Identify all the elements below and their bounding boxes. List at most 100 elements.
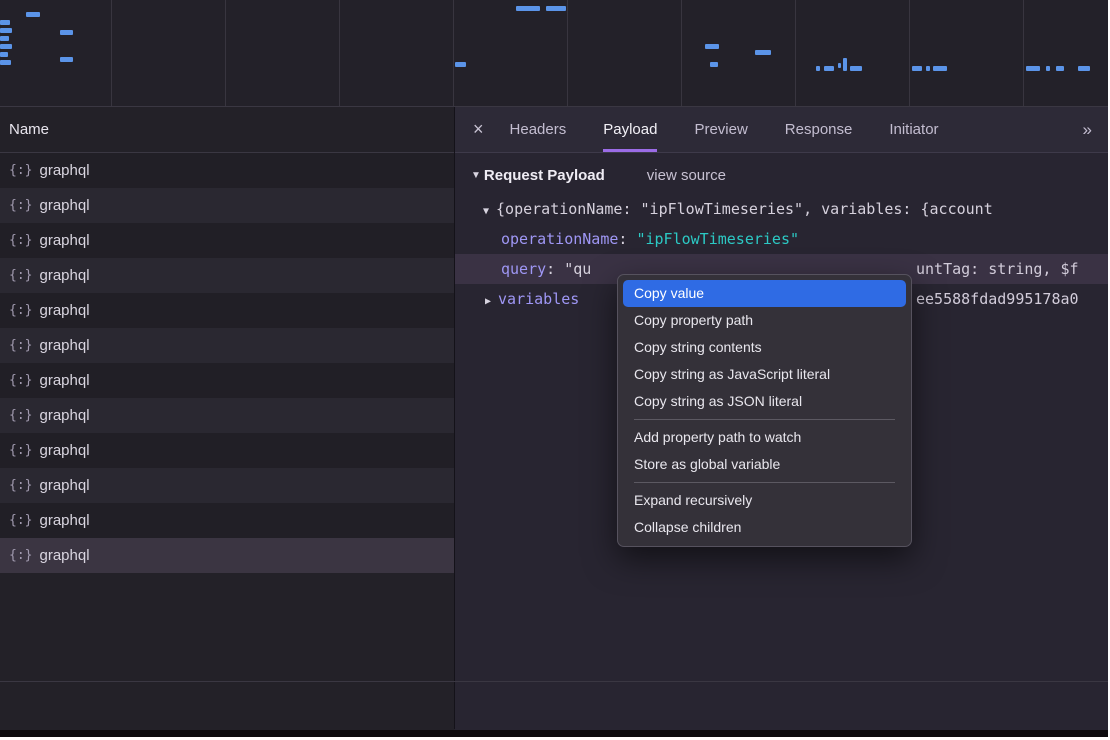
timeline-bar	[933, 66, 947, 71]
devtools-window: Name {:} graphql {:} graphql {:} graphql {:} gr…	[0, 0, 1108, 737]
timeline-bar	[0, 36, 9, 41]
timeline-gridline	[225, 0, 226, 106]
json-request-icon: {:}	[9, 373, 32, 388]
menu-item-expand-recursively[interactable]: Expand recursively	[623, 487, 906, 514]
menu-item-store-as-global-variable[interactable]: Store as global variable	[623, 451, 906, 478]
timeline-bar	[60, 30, 73, 35]
timeline-gridline	[111, 0, 112, 106]
menu-item-add-property-path-to-watch[interactable]: Add property path to watch	[623, 424, 906, 451]
menu-item-collapse-children[interactable]: Collapse children	[623, 514, 906, 541]
request-row[interactable]: {:}graphql	[0, 433, 454, 468]
detail-tabs: Headers Payload Preview Response Initiator	[510, 107, 976, 152]
panel-divider[interactable]	[454, 107, 455, 729]
json-request-icon: {:}	[9, 443, 32, 458]
caret-down-icon[interactable]: ▼	[483, 206, 489, 217]
timeline-gridline	[795, 0, 796, 106]
request-row[interactable]: {:}graphql	[0, 398, 454, 433]
timeline-gridline	[567, 0, 568, 106]
context-menu: Copy valueCopy property pathCopy string …	[617, 274, 912, 547]
tab-response[interactable]: Response	[785, 107, 853, 152]
tab-initiator[interactable]: Initiator	[889, 107, 938, 152]
menu-separator	[634, 482, 895, 483]
timeline-bar	[1026, 66, 1040, 71]
property-key: query	[501, 260, 546, 278]
property-colon: :	[618, 230, 636, 248]
timeline-gridline	[681, 0, 682, 106]
request-name: graphql	[39, 372, 89, 389]
view-source-link[interactable]: view source	[647, 167, 726, 184]
root-preview-text: {operationName: "ipFlowTimeseries", vari…	[496, 200, 993, 218]
request-row[interactable]: {:}graphql	[0, 258, 454, 293]
json-request-icon: {:}	[9, 408, 32, 423]
property-value-start: "qu	[564, 260, 591, 278]
request-name: graphql	[39, 232, 89, 249]
timeline-gridline	[339, 0, 340, 106]
caret-right-icon[interactable]: ▶	[485, 296, 491, 307]
window-bottom-edge	[0, 730, 1108, 737]
menu-item-copy-string-contents[interactable]: Copy string contents	[623, 334, 906, 361]
request-name: graphql	[39, 267, 89, 284]
tab-preview[interactable]: Preview	[694, 107, 747, 152]
timeline-bar	[1056, 66, 1064, 71]
timeline-gridline	[453, 0, 454, 106]
menu-item-copy-value[interactable]: Copy value	[623, 280, 906, 307]
property-value-end: ee5588fdad995178a0	[916, 284, 1079, 314]
timeline-bar	[0, 60, 11, 65]
timeline-gridline	[1023, 0, 1024, 106]
request-row[interactable]: {:}graphql	[0, 503, 454, 538]
close-icon[interactable]: ×	[473, 119, 484, 140]
menu-item-copy-string-as-javascript-literal[interactable]: Copy string as JavaScript literal	[623, 361, 906, 388]
property-colon: :	[546, 260, 564, 278]
more-tabs-icon[interactable]: »	[1083, 120, 1092, 140]
network-overview-timeline[interactable]	[0, 0, 1108, 107]
property-key: variables	[498, 290, 579, 308]
timeline-bar	[755, 50, 771, 55]
json-request-icon: {:}	[9, 163, 32, 178]
request-name: graphql	[39, 337, 89, 354]
json-request-icon: {:}	[9, 548, 32, 563]
json-request-icon: {:}	[9, 513, 32, 528]
section-collapse-caret-icon[interactable]: ▼	[471, 170, 481, 181]
timeline-bar	[0, 20, 10, 25]
request-row[interactable]: {:}graphql	[0, 188, 454, 223]
timeline-bar	[710, 62, 718, 67]
timeline-bar	[0, 28, 12, 33]
timeline-gridline	[909, 0, 910, 106]
timeline-bar	[546, 6, 566, 11]
name-column-header[interactable]: Name	[0, 107, 454, 153]
request-name: graphql	[39, 162, 89, 179]
request-row[interactable]: {:}graphql	[0, 293, 454, 328]
timeline-bar	[816, 66, 820, 71]
request-name: graphql	[39, 477, 89, 494]
request-row[interactable]: {:} graphql	[0, 153, 454, 188]
tab-payload[interactable]: Payload	[603, 107, 657, 152]
tab-headers[interactable]: Headers	[510, 107, 567, 152]
timeline-bar	[516, 6, 540, 11]
timeline-bar	[843, 58, 847, 71]
request-row[interactable]: {:} graphql	[0, 363, 454, 398]
request-row[interactable]: {:} graphql	[0, 468, 454, 503]
property-value-end: untTag: string, $f	[916, 254, 1079, 284]
request-name: graphql	[39, 547, 89, 564]
request-payload-section-header: ▼ Request Payload view source	[455, 153, 1108, 190]
tree-row-operation-name[interactable]: operationName: "ipFlowTimeseries"	[455, 224, 1108, 254]
timeline-bar	[912, 66, 922, 71]
json-request-icon: {:}	[9, 233, 32, 248]
timeline-bar	[60, 57, 73, 62]
request-row[interactable]: {:} graphql	[0, 538, 454, 573]
menu-separator	[634, 419, 895, 420]
menu-item-copy-property-path[interactable]: Copy property path	[623, 307, 906, 334]
timeline-bar	[824, 66, 834, 71]
footer-left	[0, 682, 454, 730]
menu-item-copy-string-as-json-literal[interactable]: Copy string as JSON literal	[623, 388, 906, 415]
json-request-icon: {:}	[9, 478, 32, 493]
json-request-icon: {:}	[9, 198, 32, 213]
timeline-bar	[1046, 66, 1050, 71]
request-row[interactable]: {:} graphql	[0, 223, 454, 258]
request-row[interactable]: {:} graphql	[0, 328, 454, 363]
tree-row-root[interactable]: ▼ {operationName: "ipFlowTimeseries", var…	[455, 194, 1108, 224]
json-request-icon: {:}	[9, 338, 32, 353]
timeline-bar	[0, 52, 8, 57]
request-name: graphql	[39, 302, 89, 319]
timeline-bar	[26, 12, 40, 17]
